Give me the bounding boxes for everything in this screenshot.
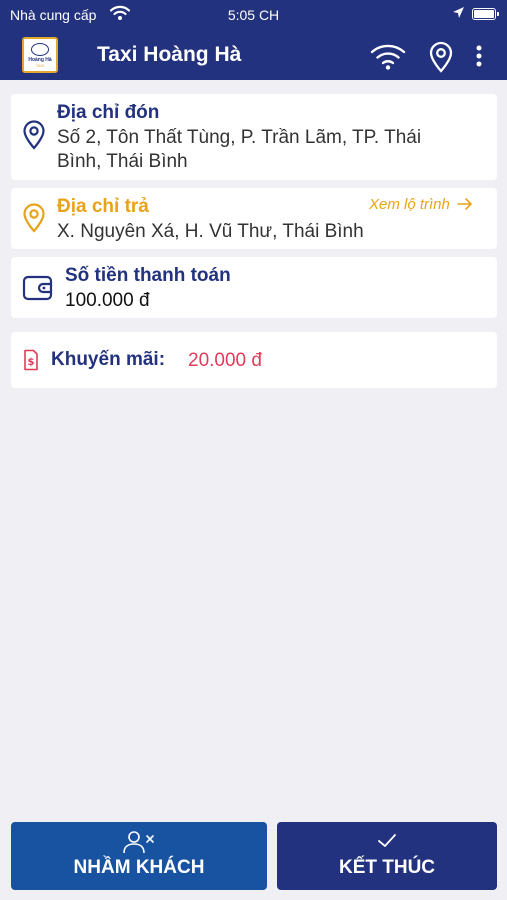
receipt-dollar-icon: $ xyxy=(23,349,39,376)
arrow-right-icon xyxy=(457,198,472,210)
map-pin-icon[interactable] xyxy=(428,41,454,78)
app-header: Hoàng Hà TAXI Taxi Hoàng Hà xyxy=(0,32,507,80)
payment-title: Số tiền thanh toán xyxy=(65,265,231,286)
status-time: 5:05 CH xyxy=(227,7,280,23)
payment-card: Số tiền thanh toán 100.000 đ xyxy=(11,257,497,318)
logo-emblem-icon xyxy=(31,42,49,56)
wallet-icon xyxy=(22,274,54,307)
svg-text:$: $ xyxy=(28,357,35,368)
dropoff-address-card: Địa chỉ trả Xem lộ trình X. Nguyên Xá, H… xyxy=(11,188,497,249)
pickup-address-line1: Số 2, Tôn Thất Tùng, P. Trần Lãm, TP. Th… xyxy=(57,127,422,148)
finish-trip-button[interactable]: KẾT THÚC xyxy=(277,822,497,890)
user-x-icon xyxy=(123,831,154,854)
view-route-link[interactable]: Xem lộ trình xyxy=(369,196,473,213)
check-icon xyxy=(378,834,396,847)
status-bar: Nhà cung cấp 5:05 CH xyxy=(0,0,507,32)
battery-icon xyxy=(472,8,499,20)
payment-amount: 100.000 đ xyxy=(65,290,150,311)
pickup-title: Địa chỉ đón xyxy=(57,102,160,123)
wifi-icon[interactable] xyxy=(368,41,408,76)
pickup-address-card: Địa chỉ đón Số 2, Tôn Thất Tùng, P. Trần… xyxy=(11,94,497,180)
finish-trip-label: KẾT THÚC xyxy=(338,857,436,878)
location-arrow-icon xyxy=(452,6,465,22)
pickup-address-line2: Bình, Thái Bình xyxy=(57,151,188,172)
wrong-customer-button[interactable]: NHẦM KHÁCH xyxy=(11,822,267,890)
map-pin-icon xyxy=(22,203,46,238)
app-logo: Hoàng Hà TAXI xyxy=(22,37,58,73)
dropoff-title: Địa chỉ trả xyxy=(57,196,149,217)
more-vertical-icon[interactable] xyxy=(472,41,486,76)
logo-sub-text: TAXI xyxy=(35,62,45,68)
wrong-customer-label: NHẦM KHÁCH xyxy=(73,857,205,878)
dropoff-address: X. Nguyên Xá, H. Vũ Thư, Thái Bình xyxy=(57,221,364,242)
promo-label: Khuyến mãi: xyxy=(51,349,166,370)
view-route-label: Xem lộ trình xyxy=(369,196,450,213)
promo-value: 20.000 đ xyxy=(188,350,262,371)
promo-card: $ Khuyến mãi: 20.000 đ xyxy=(11,332,497,388)
map-pin-icon xyxy=(22,120,46,155)
page-title: Taxi Hoàng Hà xyxy=(97,43,242,66)
